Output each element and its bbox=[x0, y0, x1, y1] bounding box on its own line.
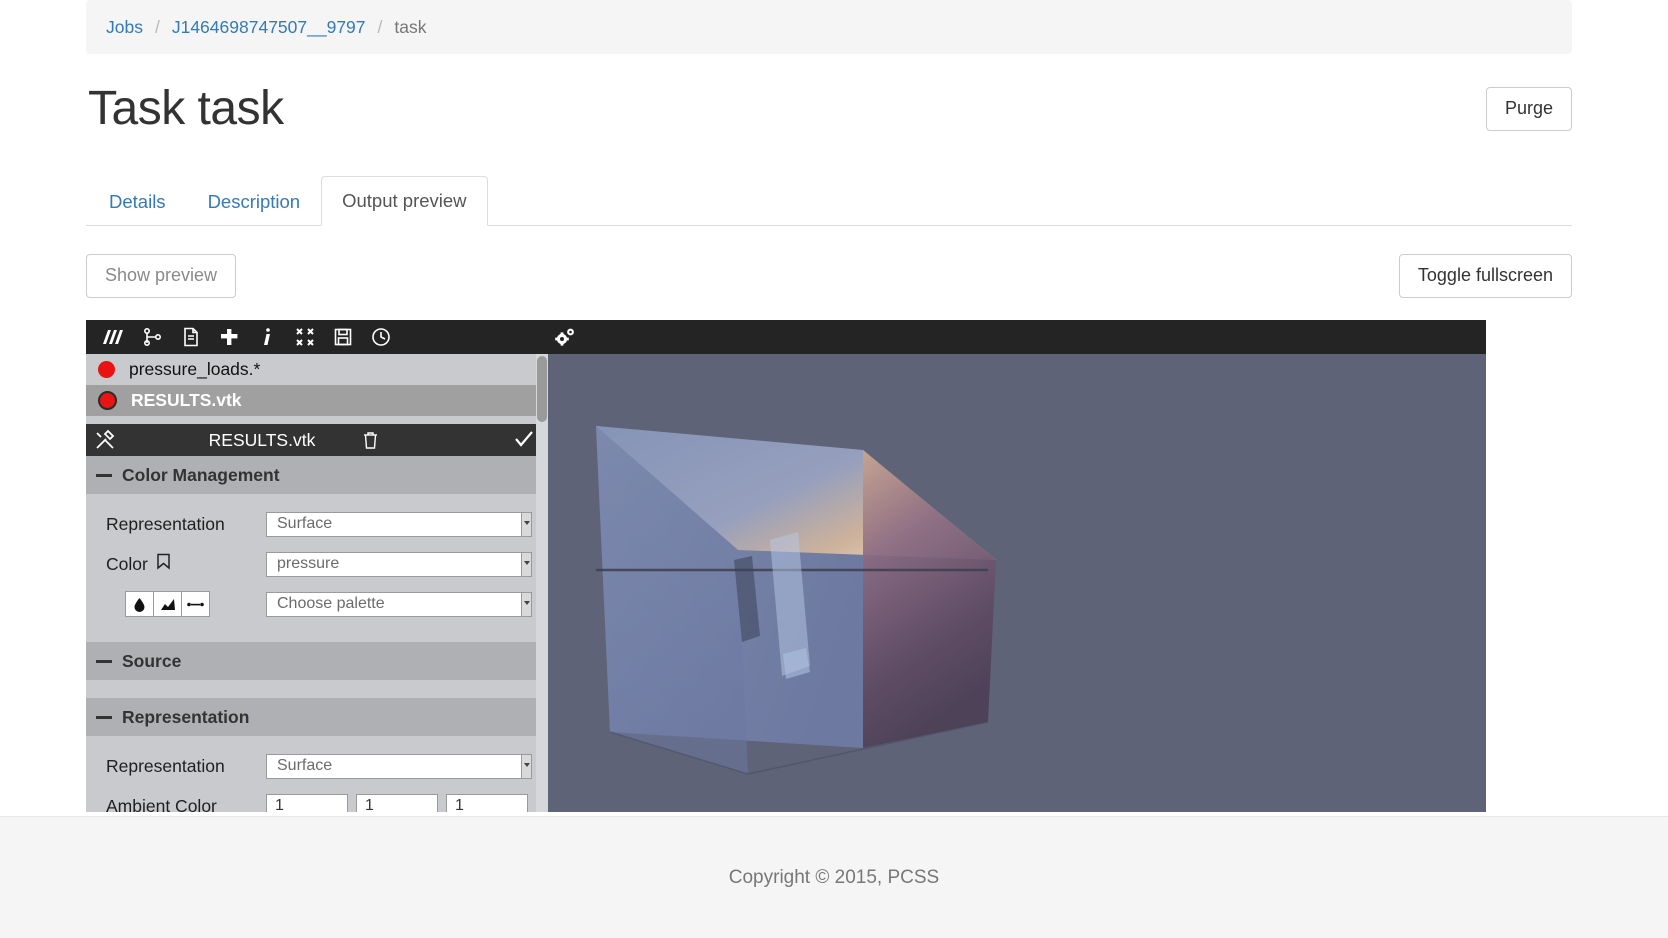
pipeline-spacer bbox=[86, 416, 548, 424]
color-map-buttons bbox=[125, 591, 210, 617]
copyright-text: Copyright © 2015, PCSS bbox=[728, 866, 940, 888]
representation-value-2: Surface bbox=[277, 757, 333, 774]
page-title: Task task bbox=[88, 82, 284, 135]
breadcrumb-separator: / bbox=[154, 16, 160, 37]
show-preview-button[interactable]: Show preview bbox=[86, 254, 237, 298]
label-representation: Representation bbox=[106, 513, 225, 534]
form-spacer bbox=[86, 624, 548, 642]
pipeline-item-pressure-loads[interactable]: pressure_loads.* bbox=[86, 354, 548, 385]
chevron-down-icon bbox=[521, 552, 531, 576]
row-representation-2: Representation Surface bbox=[86, 746, 548, 786]
breadcrumb: Jobs / J1464698747507__9797 / task bbox=[86, 0, 1572, 54]
histogram-icon[interactable] bbox=[153, 591, 182, 617]
choose-palette-select[interactable]: Choose palette bbox=[266, 591, 532, 617]
tab-bar: Details Description Output preview bbox=[86, 170, 1572, 226]
row-palette: Choose palette bbox=[86, 584, 548, 624]
panel-header: RESULTS.vtk bbox=[86, 424, 548, 456]
pipeline-browser: pressure_loads.* RESULTS.vtk bbox=[86, 354, 548, 424]
render-view-canvas bbox=[548, 354, 1486, 812]
add-icon[interactable] bbox=[210, 320, 248, 354]
preview-toolbar: Show preview Toggle fullscreen bbox=[86, 248, 1572, 304]
color-management-form: Representation Surface Color pressure Ch… bbox=[86, 494, 548, 642]
tab-description[interactable]: Description bbox=[187, 177, 322, 226]
file-icon[interactable] bbox=[172, 320, 210, 354]
row-color: Color pressure bbox=[86, 544, 548, 584]
paraview-logo-icon[interactable] bbox=[96, 320, 134, 354]
breadcrumb-item-job-id[interactable]: J1464698747507__9797 bbox=[172, 17, 366, 38]
panel-scrollbar[interactable] bbox=[536, 354, 548, 812]
palette-buttons-group bbox=[106, 591, 266, 617]
section-header-source[interactable]: Source bbox=[86, 642, 548, 680]
ambient-color-r[interactable]: 1 bbox=[266, 793, 348, 812]
section-header-color-management[interactable]: Color Management bbox=[86, 456, 548, 494]
info-icon[interactable] bbox=[248, 320, 286, 354]
section-title: Representation bbox=[122, 706, 250, 727]
settings-gears-icon[interactable] bbox=[546, 320, 584, 354]
representation-form: Representation Surface Ambient Color 1 1… bbox=[86, 736, 548, 812]
panel-scrollbar-thumb[interactable] bbox=[537, 356, 547, 422]
main-container: Jobs / J1464698747507__9797 / task Task … bbox=[86, 0, 1572, 812]
title-row: Task task Purge bbox=[86, 72, 1572, 146]
color-array-value: pressure bbox=[277, 555, 340, 572]
footer: Copyright © 2015, PCSS bbox=[0, 816, 1668, 938]
trash-icon[interactable] bbox=[362, 431, 379, 454]
label-color: Color bbox=[106, 553, 266, 575]
breadcrumb-separator: / bbox=[377, 16, 383, 37]
representation-select[interactable]: Surface bbox=[266, 511, 532, 537]
page-root: Jobs / J1464698747507__9797 / task Task … bbox=[0, 0, 1668, 938]
tab-output-preview[interactable]: Output preview bbox=[321, 175, 488, 226]
section-title: Source bbox=[122, 650, 182, 671]
representation-select-2[interactable]: Surface bbox=[266, 753, 532, 779]
visibility-dot-icon[interactable] bbox=[98, 361, 115, 378]
source-form bbox=[86, 680, 548, 698]
tab-details[interactable]: Details bbox=[88, 177, 187, 226]
check-icon[interactable] bbox=[514, 430, 534, 453]
save-icon[interactable] bbox=[324, 320, 362, 354]
color-array-select[interactable]: pressure bbox=[266, 551, 532, 577]
toggle-fullscreen-button[interactable]: Toggle fullscreen bbox=[1398, 254, 1572, 298]
chevron-down-icon bbox=[521, 592, 531, 616]
rescale-range-icon[interactable] bbox=[181, 591, 210, 617]
representation-value: Surface bbox=[277, 515, 333, 532]
expand-icon[interactable] bbox=[286, 320, 324, 354]
properties-panel: pressure_loads.* RESULTS.vtk RESULTS.vtk… bbox=[86, 354, 548, 812]
visualizer: pressure_loads.* RESULTS.vtk RESULTS.vtk… bbox=[86, 320, 1486, 812]
label-representation-2: Representation bbox=[106, 755, 225, 776]
render-view[interactable] bbox=[548, 354, 1486, 812]
section-title: Color Management bbox=[122, 464, 280, 485]
section-header-representation[interactable]: Representation bbox=[86, 698, 548, 736]
label-color-text: Color bbox=[106, 553, 148, 574]
row-ambient-color: Ambient Color 1 1 1 bbox=[86, 786, 548, 812]
breadcrumb-item-task: task bbox=[394, 16, 427, 37]
visualizer-toolbar bbox=[86, 320, 1486, 354]
collapse-minus-icon bbox=[96, 715, 112, 719]
purge-button[interactable]: Purge bbox=[1485, 87, 1572, 131]
pipeline-item-label: RESULTS.vtk bbox=[131, 390, 242, 410]
collapse-minus-icon bbox=[96, 659, 112, 663]
bookmark-icon[interactable] bbox=[156, 553, 171, 575]
rescale-droplet-icon[interactable] bbox=[125, 591, 154, 617]
pipeline-item-results-vtk[interactable]: RESULTS.vtk bbox=[86, 385, 548, 416]
chevron-down-icon bbox=[521, 754, 531, 778]
visibility-dot-icon[interactable] bbox=[98, 391, 117, 410]
collapse-minus-icon bbox=[96, 473, 112, 477]
ambient-color-b[interactable]: 1 bbox=[446, 793, 528, 812]
pipeline-browser-icon[interactable] bbox=[134, 320, 172, 354]
row-representation: Representation Surface bbox=[86, 504, 548, 544]
breadcrumb-item-jobs[interactable]: Jobs bbox=[106, 17, 143, 38]
time-icon[interactable] bbox=[362, 320, 400, 354]
pipeline-item-label: pressure_loads.* bbox=[129, 359, 261, 379]
chevron-down-icon bbox=[521, 512, 531, 536]
choose-palette-value: Choose palette bbox=[277, 595, 385, 612]
ambient-color-g[interactable]: 1 bbox=[356, 793, 438, 812]
panel-header-title: RESULTS.vtk bbox=[208, 429, 316, 450]
label-ambient-color: Ambient Color bbox=[106, 795, 217, 813]
